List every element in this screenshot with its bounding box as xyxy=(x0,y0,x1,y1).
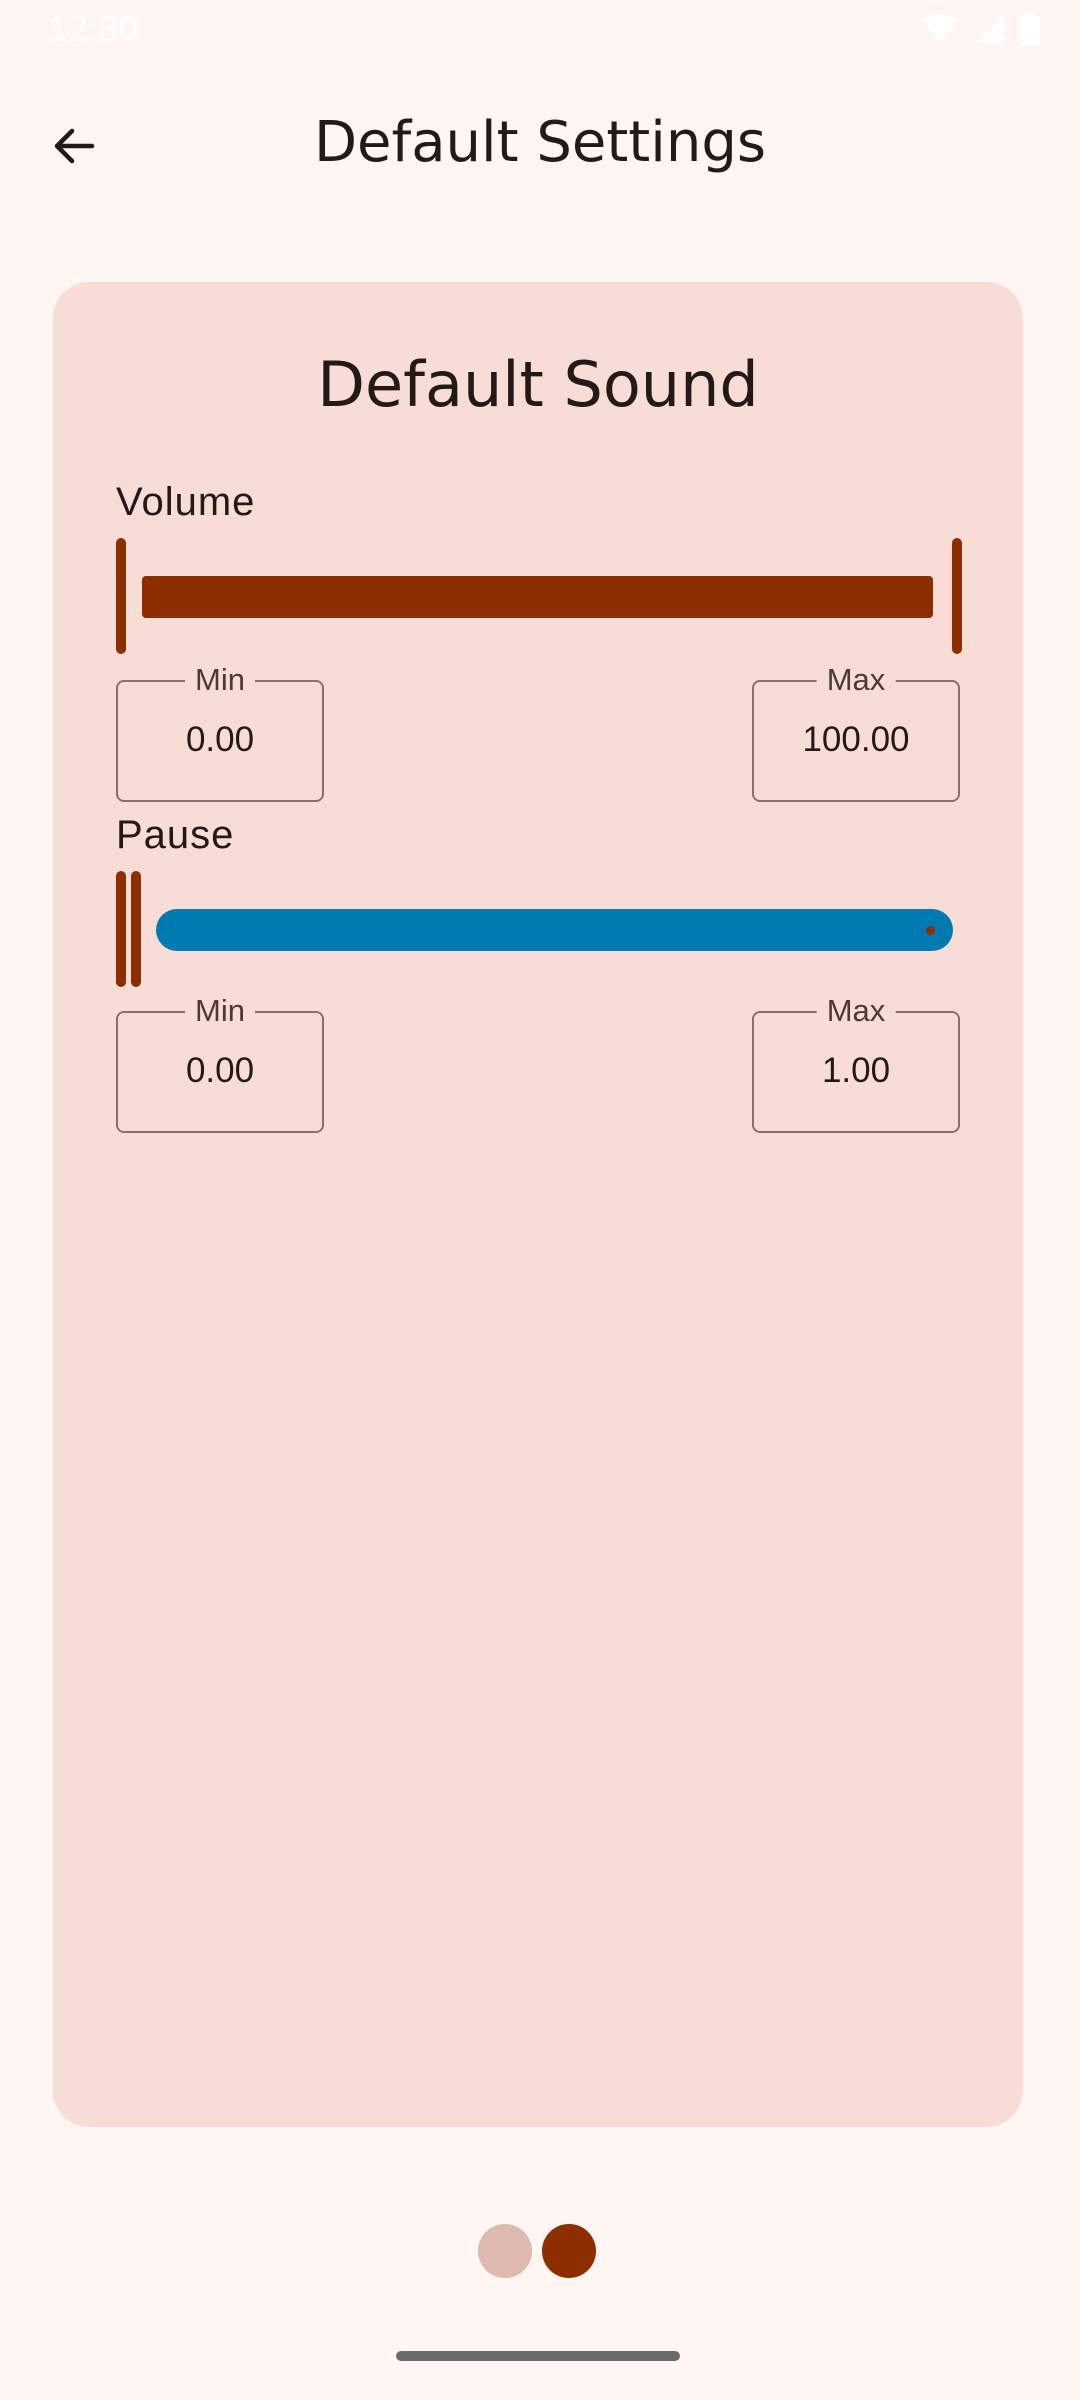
volume-max-value: 100.00 xyxy=(802,720,910,759)
page-indicator xyxy=(478,2224,596,2278)
pause-max-label: Max xyxy=(816,993,896,1029)
volume-max-label: Max xyxy=(816,662,896,698)
pause-min-field[interactable]: Min 0.00 xyxy=(116,993,324,1133)
volume-range-slider[interactable] xyxy=(116,538,964,658)
pause-range-slider[interactable] xyxy=(116,871,964,991)
volume-max-field[interactable]: Max 100.00 xyxy=(752,662,960,802)
page-dot-1[interactable] xyxy=(478,2224,532,2278)
battery-icon xyxy=(1020,12,1040,50)
home-indicator[interactable] xyxy=(396,2351,680,2361)
volume-min-field[interactable]: Min 0.00 xyxy=(116,662,324,802)
volume-max-handle[interactable] xyxy=(952,538,962,654)
volume-min-label: Min xyxy=(185,662,255,698)
status-time: 12:30 xyxy=(48,8,139,49)
default-sound-card: Default Sound Volume Min 0.00 Max 100.00… xyxy=(53,282,1023,2127)
pause-track-end-dot xyxy=(926,926,935,935)
page-title: Default Settings xyxy=(313,110,767,175)
page-dot-2-active[interactable] xyxy=(542,2224,596,2278)
top-app-bar: Default Settings xyxy=(0,90,1080,200)
pause-min-handle[interactable] xyxy=(116,871,126,987)
card-title: Default Sound xyxy=(317,348,759,421)
pause-max-field[interactable]: Max 1.00 xyxy=(752,993,960,1133)
pause-track xyxy=(156,909,953,951)
pause-min-label: Min xyxy=(185,993,255,1029)
status-icons xyxy=(920,12,1040,50)
pause-min-value: 0.00 xyxy=(185,1051,255,1090)
pause-max-handle[interactable] xyxy=(131,871,141,987)
volume-min-handle[interactable] xyxy=(116,538,126,654)
volume-label: Volume xyxy=(116,480,256,524)
wifi-icon xyxy=(920,13,960,49)
volume-track xyxy=(142,576,933,618)
status-bar: 12:30 xyxy=(0,0,1080,60)
pause-label: Pause xyxy=(116,813,235,857)
volume-min-value: 0.00 xyxy=(185,720,255,759)
pause-max-value: 1.00 xyxy=(821,1051,891,1090)
cellular-signal-icon xyxy=(974,13,1006,49)
